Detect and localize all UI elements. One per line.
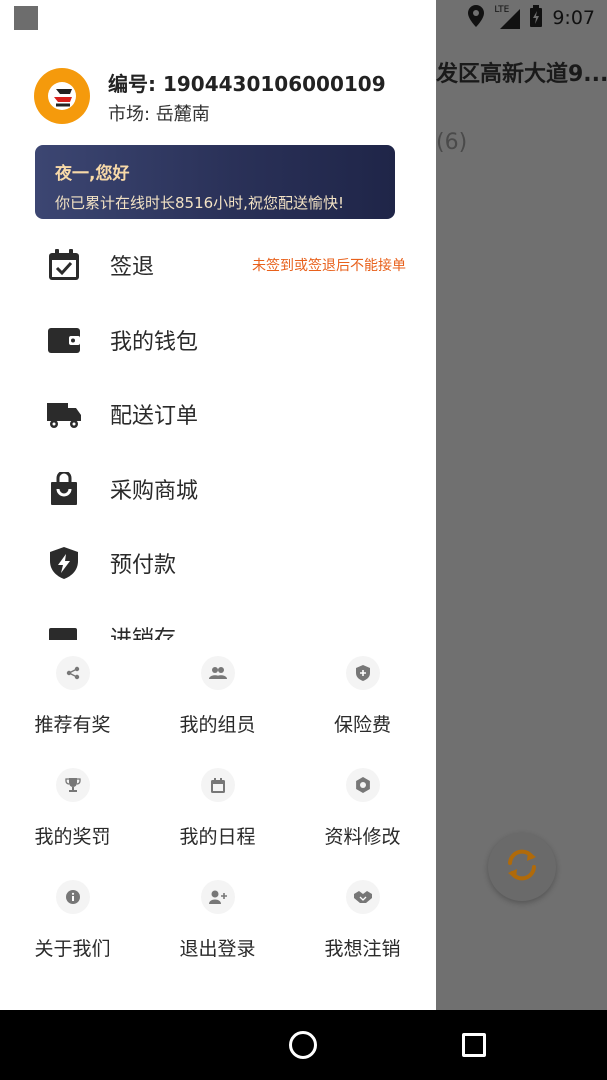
menu-item-label: 预付款 (110, 553, 177, 578)
menu-item-label: 采购商城 (110, 479, 199, 504)
grid-item-label: 我想注销 (324, 938, 401, 960)
menu-item-prepayment[interactable]: 预付款 (0, 526, 436, 600)
greeting-title: 夜一,您好 (55, 164, 130, 184)
menu-item-delivery-orders[interactable]: 配送订单 (0, 377, 436, 451)
background-order-count: (6) (436, 130, 468, 155)
menu-item-label: 配送订单 (110, 404, 199, 429)
grid-item-log-out[interactable]: 退出登录 (145, 874, 290, 986)
share-icon (56, 656, 90, 690)
menu-item-sign-out[interactable]: 签退 未签到或签退后不能接单 (0, 228, 436, 302)
greeting-subtitle: 你已累计在线时长8516小时,祝您配送愉快! (55, 194, 344, 212)
wallet-icon (46, 322, 82, 358)
grid-item-label: 我的日程 (179, 826, 256, 848)
profile-id: 编号: 1904430106000109 (108, 72, 386, 96)
status-time: 9:07 (552, 7, 595, 29)
user-add-icon (201, 880, 235, 914)
menu-item-label: 签退 (110, 255, 155, 280)
menu-list[interactable]: 签退 未签到或签退后不能接单 我的钱包 配送订单 采购商城 预付款 进销存 (0, 228, 436, 640)
feature-grid: 推荐有奖 我的组员 保险费 我的奖罚 我的日程 资料修改 关于我们 退出登录 我… (0, 650, 436, 990)
grid-item-label: 保险费 (333, 714, 391, 736)
recent-apps-button[interactable] (462, 1033, 486, 1057)
background-address-title: 发区高新大道9... (436, 62, 607, 87)
menu-item-label: 进销存 (110, 627, 177, 640)
grid-item-label: 退出登录 (179, 938, 256, 960)
calendar-icon (201, 768, 235, 802)
grid-item-my-team[interactable]: 我的组员 (145, 650, 290, 762)
signal-icon: LTE (494, 5, 521, 29)
menu-item-label: 我的钱包 (110, 330, 199, 355)
grid-item-label: 我的奖罚 (34, 826, 111, 848)
home-button[interactable] (289, 1031, 317, 1059)
menu-item-wallet[interactable]: 我的钱包 (0, 303, 436, 377)
sign-out-note: 未签到或签退后不能接单 (252, 258, 406, 274)
trophy-icon (56, 768, 90, 802)
notification-icon (14, 6, 38, 30)
profile-header[interactable]: 编号: 1904430106000109 市场: 岳麓南 (34, 66, 414, 126)
grid-item-rewards-penalties[interactable]: 我的奖罚 (0, 762, 145, 874)
info-icon (56, 880, 90, 914)
refresh-icon (502, 845, 542, 889)
navigation-drawer: 编号: 1904430106000109 市场: 岳麓南 夜一,您好 你已累计在… (0, 0, 436, 1010)
grid-item-label: 推荐有奖 (34, 714, 111, 736)
inventory-icon (46, 619, 82, 640)
handshake-icon (346, 880, 380, 914)
system-navigation-bar (0, 1010, 607, 1080)
settings-icon (346, 768, 380, 802)
menu-item-purchase-mall[interactable]: 采购商城 (0, 452, 436, 526)
shield-bolt-icon (46, 545, 82, 581)
refresh-button[interactable] (488, 833, 556, 901)
profile-market: 市场: 岳麓南 (108, 104, 210, 125)
grid-item-edit-profile[interactable]: 资料修改 (290, 762, 435, 874)
location-icon (468, 4, 485, 32)
battery-icon (530, 4, 543, 32)
group-icon (201, 656, 235, 690)
menu-item-inventory[interactable]: 进销存 (0, 600, 436, 640)
grid-item-about-us[interactable]: 关于我们 (0, 874, 145, 986)
calendar-check-icon (46, 247, 82, 283)
grid-item-label: 关于我们 (34, 938, 111, 960)
grid-item-referral[interactable]: 推荐有奖 (0, 650, 145, 762)
grid-item-deactivate-account[interactable]: 我想注销 (290, 874, 435, 986)
truck-icon (46, 396, 82, 432)
grid-item-my-schedule[interactable]: 我的日程 (145, 762, 290, 874)
grid-item-label: 资料修改 (324, 826, 401, 848)
greeting-card: 夜一,您好 你已累计在线时长8516小时,祝您配送愉快! (35, 145, 395, 219)
avatar (34, 68, 90, 124)
shopping-bag-icon (46, 471, 82, 507)
shield-plus-icon (346, 656, 380, 690)
grid-item-label: 我的组员 (179, 714, 256, 736)
network-type-label: LTE (494, 5, 510, 15)
grid-item-insurance[interactable]: 保险费 (290, 650, 435, 762)
